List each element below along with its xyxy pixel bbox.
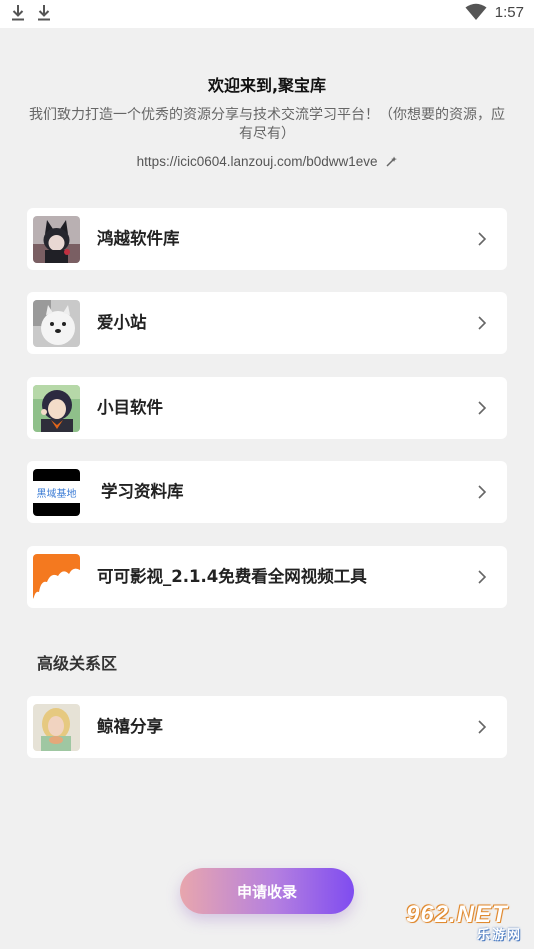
apply-inclusion-button[interactable]: 申请收录	[180, 868, 354, 914]
orange-logo-image	[33, 554, 80, 601]
anime-girl-cat-ears-image	[33, 216, 80, 263]
header: 欢迎来到,聚宝库 我们致力打造一个优秀的资源分享与技术交流学习平台！（你想要的资…	[0, 72, 534, 169]
portrait-photo-image	[33, 704, 80, 751]
list-item-label: 可可影视_2.1.4免费看全网视频工具	[97, 567, 367, 586]
download-icon	[38, 5, 50, 21]
status-system: 1:57	[465, 3, 524, 21]
anime-girl-image	[33, 385, 80, 432]
chevron-right-icon	[478, 316, 487, 330]
list-item-aixiaozhan[interactable]: 爱小站	[27, 292, 507, 354]
list-item-xiaomu[interactable]: 小目软件	[27, 377, 507, 439]
page-description: 我们致力打造一个优秀的资源分享与技术交流学习平台！（你想要的资源，应有尽有）	[29, 107, 505, 142]
section-title: 高级关系区	[37, 654, 118, 673]
list-item-label: 学习资料库	[101, 482, 184, 501]
thumbnail-xiaomu	[33, 385, 80, 432]
chevron-right-icon	[478, 720, 487, 734]
list-item-label: 鸿越软件库	[97, 229, 180, 248]
wifi-icon	[465, 3, 487, 20]
list-item-jingxi[interactable]: 鲸禧分享	[27, 696, 507, 758]
chevron-right-icon	[478, 485, 487, 499]
thumbnail-jingxi	[33, 704, 80, 751]
clock: 1:57	[494, 3, 524, 21]
chevron-right-icon	[478, 570, 487, 584]
watermark-bottom: 乐游网	[476, 928, 522, 943]
share-link-text[interactable]: https://icic0604.lanzouj.com/b0dww1eve	[137, 154, 378, 169]
status-notifications	[10, 4, 52, 22]
thumbnail-banner: 黑域基地	[33, 481, 80, 503]
list-item-label: 爱小站	[97, 313, 147, 332]
thumbnail-hongyue	[33, 216, 80, 263]
thumbnail-keke	[33, 554, 80, 601]
samoyed-dog-image	[33, 300, 80, 347]
list-item-study[interactable]: 黑域基地 学习资料库	[27, 461, 507, 523]
list-item-label: 小目软件	[97, 398, 163, 417]
status-bar: 1:57	[0, 0, 534, 28]
watermark-logo: 962.NET 乐游网	[398, 901, 530, 943]
list-item-hongyue[interactable]: 鸿越软件库	[27, 208, 507, 270]
thumbnail-study: 黑域基地	[33, 469, 80, 516]
page-title: 欢迎来到,聚宝库	[207, 76, 327, 95]
download-icon	[12, 5, 24, 21]
list-item-keke[interactable]: 可可影视_2.1.4免费看全网视频工具	[27, 546, 507, 608]
thumbnail-aixiaozhan	[33, 300, 80, 347]
list-item-label: 鲸禧分享	[97, 717, 163, 736]
chevron-right-icon	[478, 232, 487, 246]
sparkle-icon	[386, 156, 398, 167]
thumbnail-text: 黑域基地	[36, 488, 77, 500]
share-link[interactable]: https://icic0604.lanzouj.com/b0dww1eve	[0, 154, 534, 169]
chevron-right-icon	[478, 401, 487, 415]
